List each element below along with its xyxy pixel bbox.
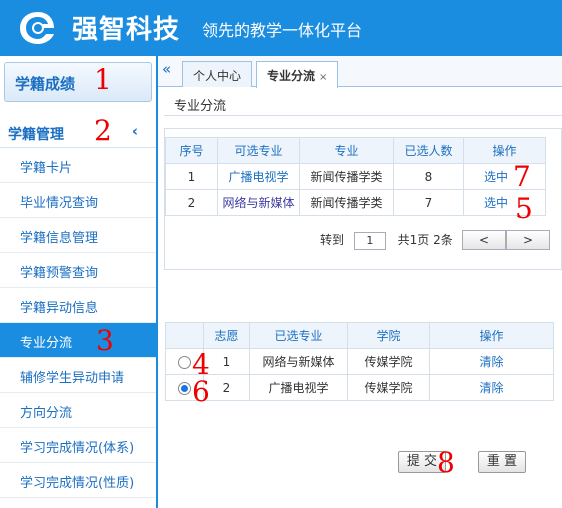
cell-major: 广播电视学	[249, 374, 348, 401]
column-header: 已选人数	[393, 137, 464, 164]
annotation-marker: 6	[192, 375, 210, 408]
annotation-marker: 8	[437, 446, 455, 479]
sidebar-item-record-card[interactable]: 学籍卡片	[0, 148, 156, 183]
column-header: 可选专业	[217, 137, 300, 164]
chevron-left-icon[interactable]: ‹	[132, 122, 138, 140]
page-title: 专业分流	[164, 88, 562, 116]
tab-label: 专业分流	[267, 69, 316, 83]
select-link[interactable]: 选中	[484, 196, 508, 210]
pager: 转到 1 共1页 2条	[320, 231, 453, 250]
column-header: 操作	[463, 137, 546, 164]
cell-no: 2	[203, 374, 250, 401]
sidebar-item-completion-nature[interactable]: 学习完成情况(性质)	[0, 463, 156, 498]
brand-name: 强智科技	[72, 15, 181, 45]
sidebar: 学籍成绩 学籍管理 ‹ 学籍卡片 毕业情况查询 学籍信息管理 学籍预警查询 学籍…	[0, 56, 158, 508]
cell-no: 1	[165, 163, 218, 190]
sidebar-item-warning[interactable]: 学籍预警查询	[0, 253, 156, 288]
reset-button[interactable]: 重 置	[478, 451, 526, 473]
table-row: 2 广播电视学 传媒学院 清除	[165, 374, 554, 401]
next-page-button[interactable]: >	[506, 230, 550, 250]
cell-option: 广播电视学	[217, 163, 300, 190]
column-header: 学院	[347, 322, 430, 349]
clear-link[interactable]: 清除	[479, 355, 503, 369]
sidebar-item-completion-system[interactable]: 学习完成情况(体系)	[0, 428, 156, 463]
select-link[interactable]: 选中	[484, 170, 508, 184]
sidebar-item-change-info[interactable]: 学籍异动信息	[0, 288, 156, 323]
tab-label: 个人中心	[193, 69, 242, 83]
cell-no: 2	[165, 189, 218, 216]
sidebar-section-label: 学籍管理	[8, 127, 64, 143]
table-row: 1 网络与新媒体 传媒学院 清除	[165, 348, 554, 375]
annotation-marker: 3	[96, 324, 114, 357]
cell-major: 新闻传播学类	[299, 163, 394, 190]
app-header: 强智科技 领先的教学一体化平台	[0, 0, 562, 56]
cell-college: 传媒学院	[347, 348, 430, 375]
column-header: 志愿	[203, 322, 250, 349]
annotation-marker: 7	[513, 160, 531, 193]
choice-table: 志愿 已选专业 学院 操作 1 网络与新媒体 传媒学院 清除 2 广播电视学 传…	[165, 322, 554, 401]
cell-count: 7	[393, 189, 464, 216]
table-row: 2 网络与新媒体 新闻传播学类 7 选中	[165, 189, 546, 216]
pager-goto-label: 转到	[320, 233, 345, 247]
clear-link[interactable]: 清除	[479, 381, 503, 395]
pager-summary: 共1页 2条	[397, 233, 453, 247]
table-row: 1 广播电视学 新闻传播学类 8 选中	[165, 163, 546, 190]
sidebar-item-graduation[interactable]: 毕业情况查询	[0, 183, 156, 218]
sidebar-item-direction-split[interactable]: 方向分流	[0, 393, 156, 428]
tab-personal-center[interactable]: 个人中心	[182, 61, 253, 87]
choice-radio[interactable]	[178, 355, 191, 369]
cell-college: 传媒学院	[347, 374, 430, 401]
cell-count: 8	[393, 163, 464, 190]
column-header: 序号	[165, 137, 218, 164]
tab-bar: « 个人中心 专业分流 ×	[158, 56, 562, 88]
annotation-marker: 1	[94, 63, 112, 96]
annotation-marker: 2	[94, 114, 112, 147]
cell-major: 新闻传播学类	[299, 189, 394, 216]
sidebar-item-minor-change[interactable]: 辅修学生异动申请	[0, 358, 156, 393]
sidebar-section-header[interactable]: 学籍管理 ‹	[0, 116, 156, 148]
annotation-marker: 5	[515, 192, 533, 225]
cell-major: 网络与新媒体	[249, 348, 348, 375]
choice-radio[interactable]	[178, 381, 191, 395]
tab-major-split[interactable]: 专业分流 ×	[256, 61, 339, 88]
prev-page-button[interactable]: <	[462, 230, 506, 250]
cell-no: 1	[203, 348, 250, 375]
collapse-icon[interactable]: «	[162, 60, 171, 78]
close-icon[interactable]: ×	[319, 72, 327, 83]
column-header: 已选专业	[249, 322, 348, 349]
majors-table: 序号 可选专业 专业 已选人数 操作 1 广播电视学 新闻传播学类 8 选中 2…	[165, 137, 546, 216]
column-header: 操作	[429, 322, 554, 349]
brand-slogan: 领先的教学一体化平台	[202, 21, 363, 40]
cell-option: 网络与新媒体	[217, 189, 300, 216]
page-number-input[interactable]: 1	[353, 231, 386, 250]
table-header-row: 序号 可选专业 专业 已选人数 操作	[165, 137, 546, 164]
table-header-row: 志愿 已选专业 学院 操作	[165, 322, 554, 349]
sidebar-top-button[interactable]: 学籍成绩	[4, 62, 152, 102]
sidebar-item-major-split[interactable]: 专业分流	[0, 323, 156, 358]
logo-icon	[16, 8, 60, 48]
column-header: 专业	[299, 137, 394, 164]
sidebar-item-record-info[interactable]: 学籍信息管理	[0, 218, 156, 253]
